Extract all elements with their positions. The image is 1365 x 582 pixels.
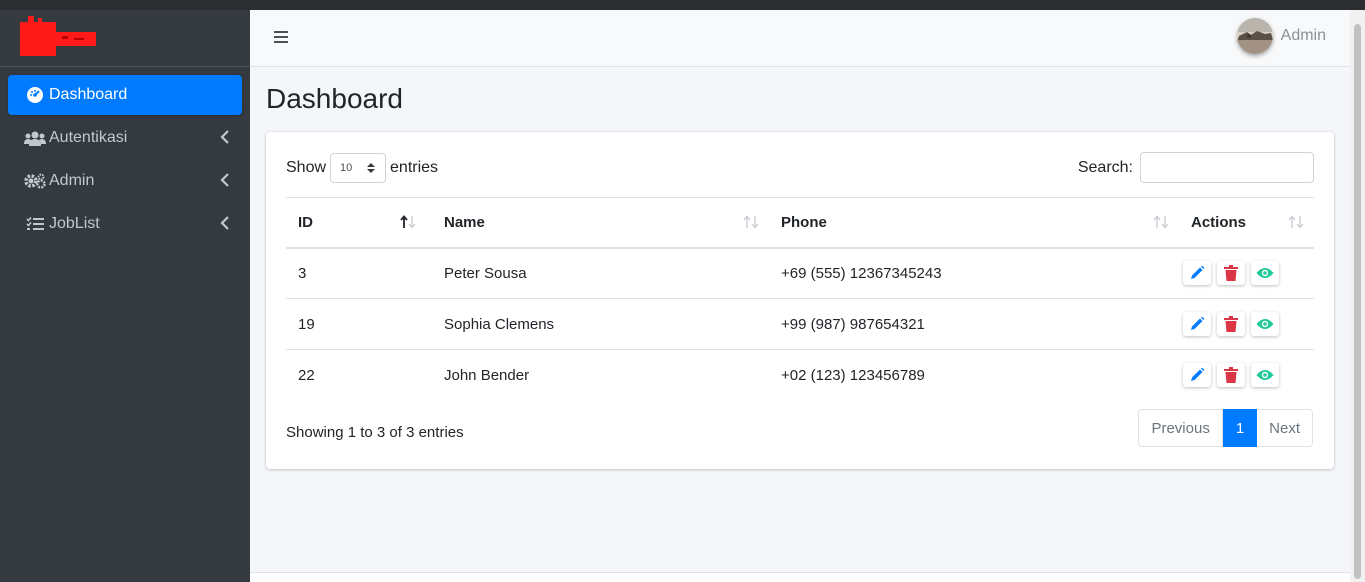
view-button[interactable] <box>1251 363 1279 388</box>
search-control: Search: <box>1078 152 1314 183</box>
data-table-card: Show 10 entries Search: ID Name Phone Ac… <box>266 132 1334 469</box>
eye-icon <box>1256 370 1274 381</box>
edit-button[interactable] <box>1183 363 1211 388</box>
previous-page-button[interactable]: Previous <box>1138 409 1223 447</box>
cell-phone: +69 (555) 12367345243 <box>769 247 1179 299</box>
table-header-row: ID Name Phone Actions <box>286 197 1314 249</box>
page-title: Dashboard <box>266 83 403 114</box>
column-header-label: Name <box>444 213 485 231</box>
cell-name: Sophia Clemens <box>432 298 769 350</box>
sort-icon <box>1288 215 1304 229</box>
page-size-select[interactable]: 10 <box>330 153 387 183</box>
page-1-button[interactable]: 1 <box>1222 409 1258 447</box>
column-header-label: Actions <box>1191 213 1247 231</box>
select-caret-icon <box>367 163 376 173</box>
brand-logo <box>20 16 96 56</box>
column-header-label: Phone <box>781 213 827 231</box>
show-label: Show <box>286 159 327 176</box>
hamburger-menu-icon[interactable] <box>274 30 288 44</box>
cell-id: 3 <box>286 247 432 299</box>
cogs-icon <box>24 171 46 191</box>
pencil-icon <box>1191 316 1205 330</box>
sidebar: Dashboard Autentikasi Admin JobList <box>0 10 250 582</box>
eye-icon <box>1256 319 1274 329</box>
column-header-phone[interactable]: Phone <box>769 197 1179 249</box>
cell-phone: +02 (123) 123456789 <box>781 366 925 384</box>
sort-icon <box>743 215 759 229</box>
sort-ascending-icon <box>400 215 416 229</box>
user-menu[interactable]: Admin <box>1236 18 1326 54</box>
scrollbar-thumb[interactable] <box>1354 24 1361 579</box>
cell-id: 19 <box>286 298 432 350</box>
trash-icon <box>1224 265 1238 282</box>
footer <box>250 572 1350 582</box>
cell-actions <box>1179 350 1314 401</box>
cell-name: Peter Sousa <box>432 247 769 299</box>
delete-button[interactable] <box>1217 363 1245 388</box>
page-size-value: 10 <box>340 162 353 174</box>
sidebar-item-autentikasi[interactable]: Autentikasi <box>8 118 242 158</box>
table-info: Showing 1 to 3 of 3 entries <box>286 424 464 441</box>
tasks-icon <box>24 214 46 234</box>
sidebar-item-admin[interactable]: Admin <box>8 161 242 201</box>
column-header-actions[interactable]: Actions <box>1179 197 1314 249</box>
cell-phone: +99 (987) 987654321 <box>769 298 1179 350</box>
top-navbar: Admin <box>250 10 1350 67</box>
tachometer-icon <box>24 85 46 105</box>
cell-actions <box>1179 247 1314 299</box>
sidebar-item-label: Autentikasi <box>49 129 128 146</box>
users-icon <box>24 128 46 148</box>
avatar <box>1236 18 1273 54</box>
table-row: 3 Peter Sousa +69 (555) 12367345243 <box>286 247 1314 299</box>
user-name: Admin <box>1280 27 1326 44</box>
cell-name: John Bender <box>444 366 530 384</box>
main-content: Dashboard Show 10 entries Search: ID Nam… <box>250 67 1350 572</box>
sort-icon <box>1153 215 1169 229</box>
page-length-control: Show 10 entries <box>286 153 438 183</box>
brand[interactable] <box>0 10 250 67</box>
pagination: Previous 1 Next <box>1138 409 1313 447</box>
sidebar-item-label: Dashboard <box>49 86 128 103</box>
eye-icon <box>1256 268 1274 279</box>
pencil-icon <box>1191 266 1205 280</box>
chevron-left-icon <box>220 216 229 230</box>
sidebar-item-label: Admin <box>49 172 95 189</box>
window-top-strip <box>0 0 1365 10</box>
edit-button[interactable] <box>1183 261 1211 286</box>
pencil-icon <box>1191 368 1205 382</box>
edit-button[interactable] <box>1183 312 1211 336</box>
table-row: 19 Sophia Clemens +99 (987) 987654321 <box>286 298 1314 350</box>
view-button[interactable] <box>1251 312 1279 336</box>
vertical-scrollbar[interactable] <box>1350 10 1365 582</box>
cell-actions <box>1179 298 1314 350</box>
sidebar-nav: Dashboard Autentikasi Admin JobList <box>0 67 250 255</box>
chevron-left-icon <box>220 130 229 144</box>
delete-button[interactable] <box>1217 312 1245 336</box>
sidebar-item-joblist[interactable]: JobList <box>8 204 242 244</box>
search-label: Search: <box>1077 158 1133 176</box>
column-header-id[interactable]: ID <box>286 197 432 249</box>
trash-icon <box>1224 367 1238 384</box>
next-page-button[interactable]: Next <box>1257 409 1313 447</box>
column-header-label: ID <box>298 213 313 231</box>
delete-button[interactable] <box>1217 261 1245 286</box>
search-input[interactable] <box>1140 152 1314 183</box>
cell-id: 22 <box>298 366 315 384</box>
table-row: 22 John Bender +02 (123) 123456789 <box>286 350 1314 401</box>
sidebar-item-label: JobList <box>49 215 100 232</box>
trash-icon <box>1224 316 1238 332</box>
chevron-left-icon <box>220 173 229 187</box>
entries-label: entries <box>390 159 439 176</box>
view-button[interactable] <box>1251 261 1279 286</box>
data-table: ID Name Phone Actions 3 Peter Sousa +69 … <box>286 197 1314 401</box>
column-header-name[interactable]: Name <box>432 197 769 249</box>
sidebar-item-dashboard[interactable]: Dashboard <box>8 75 242 115</box>
